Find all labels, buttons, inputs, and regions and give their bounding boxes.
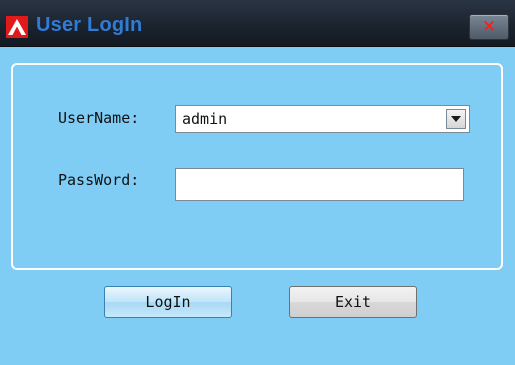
window-title: User LogIn bbox=[36, 14, 143, 36]
exit-button[interactable]: Exit bbox=[289, 286, 417, 318]
login-window: User LogIn ✕ UserName: admin PassWord: L… bbox=[0, 0, 515, 365]
username-combobox[interactable]: admin bbox=[175, 105, 470, 133]
username-label: UserName: bbox=[58, 109, 140, 127]
close-button[interactable]: ✕ bbox=[469, 14, 509, 40]
app-logo-icon bbox=[6, 16, 28, 38]
username-value: admin bbox=[182, 110, 228, 128]
dropdown-arrow-button[interactable] bbox=[446, 109, 466, 129]
title-bar[interactable]: User LogIn ✕ bbox=[0, 0, 515, 47]
password-input[interactable] bbox=[175, 168, 464, 201]
chevron-down-icon bbox=[451, 116, 461, 122]
login-panel: UserName: admin PassWord: bbox=[11, 63, 503, 270]
password-label: PassWord: bbox=[58, 171, 140, 189]
login-button[interactable]: LogIn bbox=[104, 286, 232, 318]
close-icon: ✕ bbox=[481, 17, 497, 37]
